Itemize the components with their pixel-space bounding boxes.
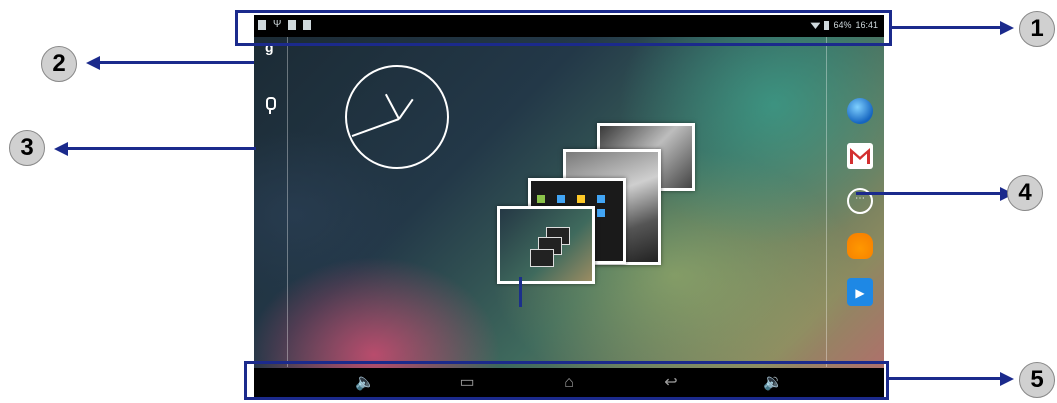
callout-3-arrow (66, 147, 256, 150)
callout-4-badge: 4 (1007, 175, 1043, 211)
callout-1-arrowhead (1000, 21, 1014, 35)
pointer-marker (519, 277, 522, 307)
callout-5-arrow (889, 377, 1002, 380)
clock-hour-hand (384, 93, 400, 120)
callout-4-arrow (856, 192, 1002, 195)
analog-clock-widget[interactable] (345, 65, 449, 169)
callout-3-badge: 3 (9, 130, 45, 166)
callout-2-arrow (98, 61, 254, 64)
clock-second-hand (398, 98, 414, 120)
navigation-bar-highlight-frame (244, 361, 889, 400)
callout-1-badge: 1 (1019, 11, 1055, 47)
callout-5-arrowhead (1000, 372, 1014, 386)
callout-2-badge: 2 (41, 46, 77, 82)
play-movies-icon[interactable]: ▶ (847, 278, 873, 306)
left-edge-divider (287, 37, 288, 367)
thumbnail-window (530, 249, 554, 267)
play-music-icon[interactable] (847, 233, 873, 259)
status-bar-highlight-frame (235, 10, 892, 46)
right-edge-divider (826, 37, 827, 367)
browser-icon[interactable] (847, 98, 873, 124)
gmail-icon[interactable] (847, 143, 873, 169)
voice-search-icon[interactable] (266, 97, 276, 114)
android-screen: Ψ 64% 16:41 g ⋯ ▶ 🔈 ▭ ⌂ ↩ 🔉 (254, 15, 884, 398)
clock-minute-hand (351, 118, 400, 138)
callout-1-arrow (892, 26, 1002, 29)
recent-app-card[interactable] (497, 206, 595, 284)
callout-5-badge: 5 (1019, 362, 1055, 398)
